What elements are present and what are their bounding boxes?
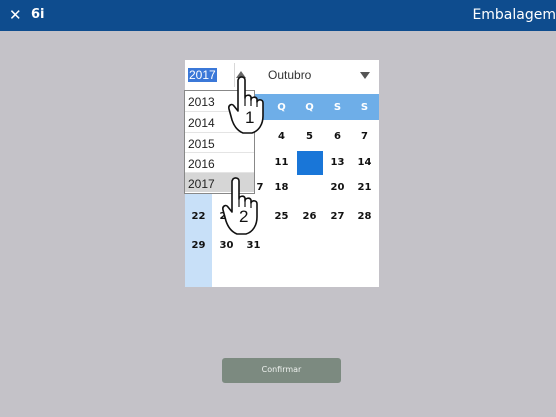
step-number: 1 xyxy=(245,108,255,127)
day-cell[interactable]: 22 xyxy=(185,210,212,224)
day-cell[interactable]: 5 xyxy=(296,130,323,144)
screen-title: Embalagem xyxy=(472,7,556,23)
day-cell[interactable]: 27 xyxy=(324,210,351,224)
day-cell[interactable]: 28 xyxy=(351,210,378,224)
day-cell[interactable]: 31 xyxy=(240,239,267,253)
confirm-button[interactable]: Confirmar xyxy=(222,358,341,383)
top-bar: ✕ 6i Embalagem xyxy=(0,0,556,31)
confirm-button-label: Confirmar xyxy=(261,365,302,374)
day-cell[interactable]: 7 xyxy=(351,130,378,144)
day-cell[interactable]: 4 xyxy=(268,130,295,144)
day-cell[interactable]: 30 xyxy=(213,239,240,253)
day-cell[interactable]: 25 xyxy=(268,210,295,224)
day-cell[interactable]: 21 xyxy=(351,181,378,195)
selected-day-highlight xyxy=(297,151,323,175)
day-cell[interactable]: 11 xyxy=(268,156,295,170)
day-cell[interactable]: 26 xyxy=(296,210,323,224)
month-select[interactable]: Outubro xyxy=(261,63,376,87)
year-option-label: 2014 xyxy=(188,116,215,130)
day-cell[interactable]: 6 xyxy=(324,130,351,144)
year-option-label: 2015 xyxy=(188,137,215,151)
day-cell[interactable]: 13 xyxy=(324,156,351,170)
close-icon[interactable]: ✕ xyxy=(9,6,22,24)
year-option-label: 2013 xyxy=(188,95,215,109)
weekday-label: Q xyxy=(277,102,286,113)
pointing-hand-icon xyxy=(228,76,264,134)
year-option-label: 2017 xyxy=(188,177,215,191)
day-cell[interactable]: 14 xyxy=(351,156,378,170)
selected-day[interactable]: 19 xyxy=(296,181,323,195)
weekday-label: S xyxy=(360,102,369,113)
month-value: Outubro xyxy=(268,68,312,82)
day-cell[interactable]: 18 xyxy=(268,181,295,195)
day-cell[interactable]: 29 xyxy=(185,239,212,253)
year-option-label: 2016 xyxy=(188,157,215,171)
weekday-label: Q xyxy=(305,102,314,113)
step-number: 2 xyxy=(239,207,249,226)
app-code: 6i xyxy=(31,7,45,22)
year-value: 2017 xyxy=(188,68,217,82)
day-cell[interactable]: 20 xyxy=(324,181,351,195)
chevron-down-icon[interactable] xyxy=(360,72,370,79)
weekday-label: S xyxy=(333,102,342,113)
year-option[interactable]: 2016 xyxy=(185,152,254,172)
